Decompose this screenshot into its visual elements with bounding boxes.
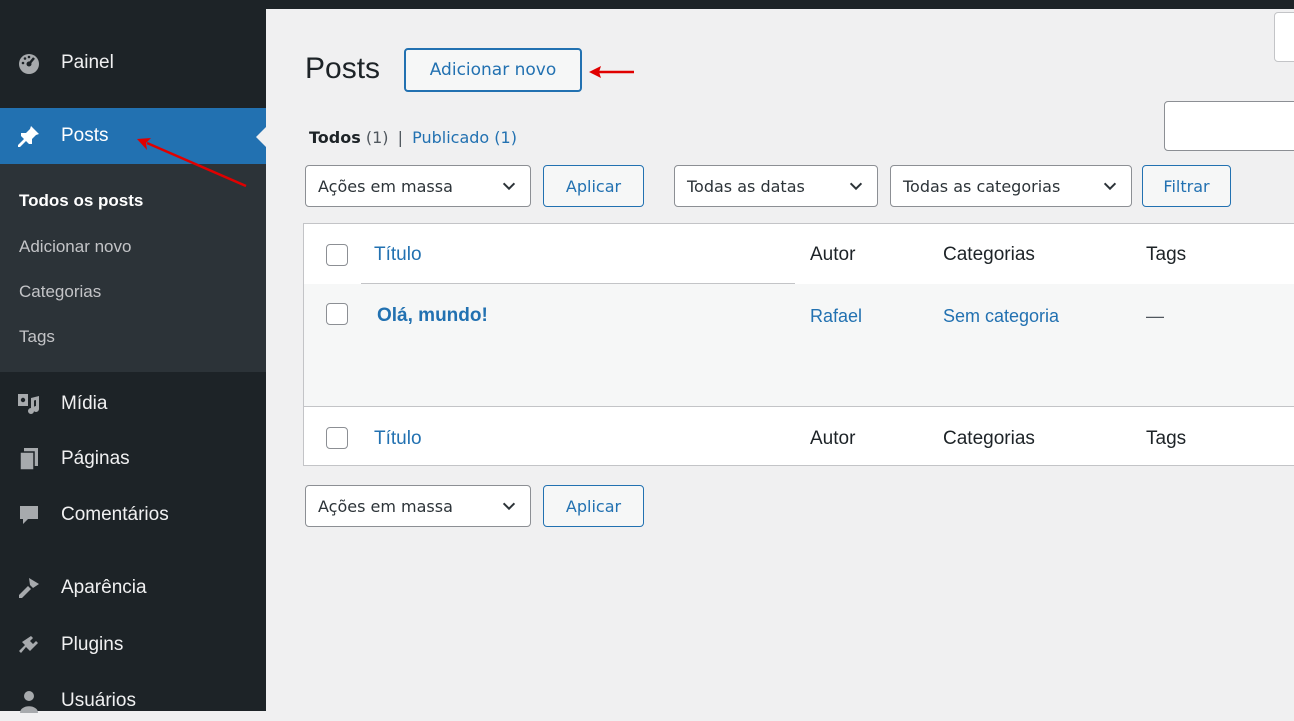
arrow-to-add-new bbox=[589, 66, 634, 78]
annotation-arrows bbox=[137, 66, 634, 188]
arrow-to-posts bbox=[137, 138, 247, 188]
